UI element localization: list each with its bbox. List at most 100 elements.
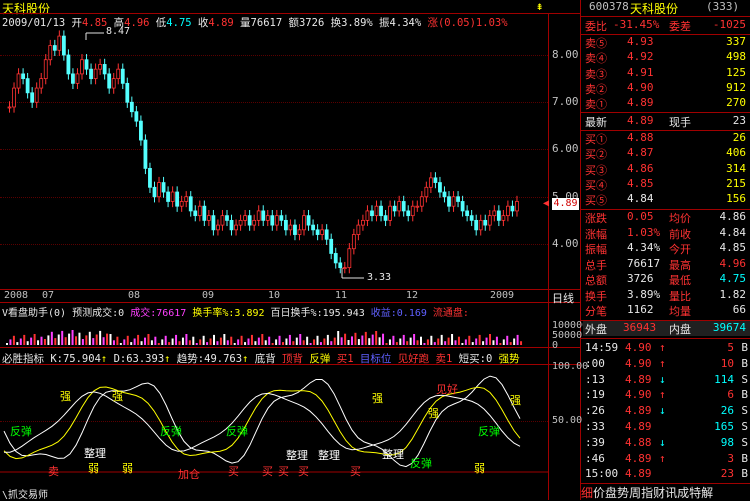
- tick-row[interactable]: :39 4.88 ↓ 98 S: [583, 436, 750, 451]
- stat-value: 4.84: [719, 225, 747, 239]
- bottom-tab[interactable]: 财: [653, 486, 665, 500]
- bottom-tab[interactable]: 势: [617, 486, 629, 500]
- sell-level-label: 卖④: [585, 52, 607, 66]
- sell-level-row[interactable]: 卖① 4.89 270: [583, 96, 750, 111]
- stat-value: 3726: [627, 272, 654, 285]
- stat-value: 3.89%: [627, 287, 661, 301]
- oscillator-signal-label: 整理: [318, 449, 340, 462]
- oscillator-signal-label: 反弹: [226, 425, 248, 438]
- bottom-tab[interactable]: 指: [641, 486, 653, 500]
- tick-row[interactable]: :19 4.90 ↑ 6 B: [583, 388, 750, 403]
- buy-level-row[interactable]: 买④ 4.85 215: [583, 177, 750, 192]
- oscillator-signal-label: 整理: [84, 447, 106, 460]
- buy-level-row[interactable]: 买② 4.87 406: [583, 146, 750, 161]
- stat-value: 76617: [627, 256, 661, 270]
- tick-vol: 6: [727, 388, 734, 402]
- tick-vol: 3: [727, 451, 734, 465]
- oscillator-signal-label: 整理: [382, 448, 404, 461]
- sell-level-label: 卖⑤: [585, 37, 607, 50]
- buy-level-price: 4.84: [627, 192, 654, 206]
- buy-level-label: 买⑤: [585, 194, 607, 208]
- stock-code: 600378: [589, 0, 629, 13]
- tick-side: S: [741, 372, 748, 386]
- buy-level-row[interactable]: 买① 4.88 26: [583, 131, 750, 146]
- tick-side: S: [741, 435, 748, 449]
- tick-time: :13: [585, 372, 605, 386]
- sell-level-label: 卖②: [585, 82, 607, 96]
- stat-label: 最高: [669, 258, 691, 272]
- stat-row[interactable]: 换手 3.89% 量比 1.82: [583, 288, 750, 303]
- tick-side: S: [741, 404, 748, 418]
- period-label[interactable]: 日线: [552, 290, 574, 306]
- indicator-axis-tick: 50.00: [552, 415, 583, 426]
- tick-price: 4.90: [625, 388, 652, 402]
- tick-vol: 10: [720, 356, 734, 370]
- d-line: [3, 386, 521, 460]
- buy-level-row[interactable]: 买⑤ 4.84 156: [583, 192, 750, 207]
- tick-row[interactable]: 15:00 4.89 23 B: [583, 467, 750, 482]
- tick-time: 15:00: [585, 467, 619, 481]
- oscillator-signal-label: 强: [60, 390, 71, 403]
- stat-row[interactable]: 涨幅 1.03% 前收 4.84: [583, 226, 750, 241]
- oscillator-signal-label: 见好: [436, 383, 458, 396]
- tick-vol: 114: [714, 372, 734, 386]
- tick-time: :39: [585, 435, 605, 449]
- footer-left[interactable]: \抓交易师: [2, 486, 48, 501]
- sell-level-row[interactable]: 卖③ 4.91 125: [583, 66, 750, 81]
- stock-num: (333): [706, 0, 740, 13]
- weibi-value: -31.45%: [613, 18, 660, 31]
- bottom-tab[interactable]: 细: [581, 486, 593, 500]
- sell-level-row[interactable]: 卖⑤ 4.93 337: [583, 35, 750, 50]
- tick-row[interactable]: :33 4.89 165 S: [583, 420, 750, 435]
- tick-row[interactable]: :46 4.89 ↑ 3 B: [583, 452, 750, 467]
- sell-level-row[interactable]: 卖② 4.90 912: [583, 81, 750, 96]
- oscillator-signal-label: 弱: [122, 462, 133, 475]
- latest-value: 4.89: [627, 114, 654, 127]
- buy-level-row[interactable]: 买③ 4.86 314: [583, 162, 750, 177]
- tick-vol: 26: [720, 404, 734, 418]
- stat-value: 4.75: [719, 272, 747, 285]
- current-price-marker: 4.89: [552, 198, 579, 210]
- oscillator-signal-label: 买: [298, 465, 309, 478]
- sell-level-price: 4.92: [627, 50, 654, 64]
- bottom-tab[interactable]: 讯: [665, 486, 677, 500]
- sell-level-label: 卖①: [585, 98, 607, 112]
- stat-row[interactable]: 涨跌 0.05 均价 4.86: [583, 210, 750, 225]
- tick-vol: 5: [727, 341, 734, 354]
- stat-label: 最低: [669, 274, 691, 287]
- bottom-tab[interactable]: 价: [593, 486, 605, 500]
- bottom-tab[interactable]: 特: [689, 486, 701, 500]
- grid-line: [580, 16, 750, 17]
- stat-label: 涨幅: [585, 227, 607, 241]
- stat-row[interactable]: 振幅 4.34% 今开 4.85: [583, 241, 750, 256]
- weibi-row: 委比 -31.45% 委差 -1025: [583, 18, 750, 33]
- sell-level-vol: 337: [726, 35, 746, 48]
- stat-row[interactable]: 总手 76617 最高 4.96: [583, 257, 750, 272]
- latest-label: 最新: [585, 116, 607, 129]
- sell-level-price: 4.91: [627, 65, 654, 79]
- tick-row[interactable]: :26 4.89 ↓ 26 S: [583, 404, 750, 419]
- oscillator-chart: [0, 375, 548, 473]
- stat-label: 均量: [669, 305, 691, 318]
- stat-value: 0.05: [627, 210, 654, 223]
- stat-value: 4.86: [719, 210, 747, 223]
- buy-level-vol: 26: [732, 131, 746, 144]
- stat-row[interactable]: 分笔 1162 均量 66: [583, 303, 750, 318]
- oscillator-signal-label: 买: [228, 465, 239, 478]
- stat-row[interactable]: 总额 3726 最低 4.75: [583, 272, 750, 287]
- inner-label: 内盘: [669, 323, 691, 336]
- bottom-tab[interactable]: 成: [677, 486, 689, 500]
- sell-level-row[interactable]: 卖④ 4.92 498: [583, 50, 750, 65]
- tick-row[interactable]: 14:59 4.90 ↑ 5 B: [583, 341, 750, 356]
- oscillator-signal-label: 反弹: [478, 425, 500, 438]
- tick-row[interactable]: :00 4.90 ↑ 10 B: [583, 357, 750, 372]
- buy-level-label: 买②: [585, 148, 607, 162]
- grid-line: [580, 338, 750, 339]
- buy-level-vol: 156: [726, 192, 746, 206]
- bottom-tab[interactable]: 解: [701, 486, 713, 500]
- tick-row[interactable]: :13 4.89 ↓ 114 S: [583, 373, 750, 388]
- bottom-tab[interactable]: 周: [629, 486, 641, 500]
- tick-arrow: ↑: [659, 388, 666, 402]
- oscillator-signal-label: 整理: [286, 449, 308, 462]
- bottom-tab[interactable]: 盘: [605, 486, 617, 500]
